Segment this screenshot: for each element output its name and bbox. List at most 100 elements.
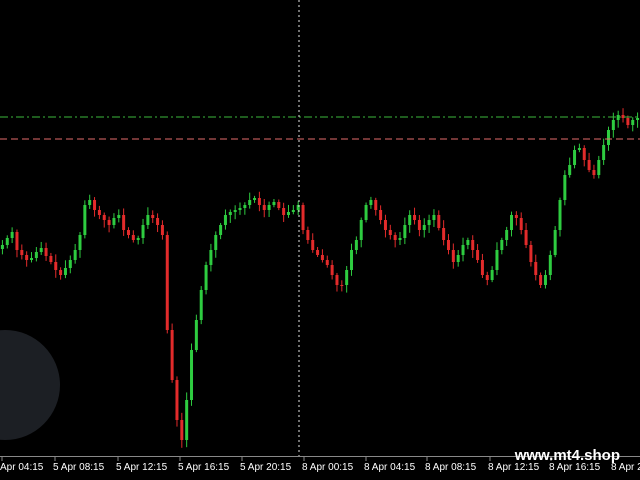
candle-body [350, 250, 354, 270]
candle-body [49, 256, 53, 262]
candle-body [383, 220, 387, 230]
candle-body [5, 238, 9, 245]
candle-body [83, 205, 87, 235]
candle-body [471, 240, 475, 250]
candle-body [238, 208, 242, 210]
candle-body [286, 212, 290, 215]
time-axis-label: 5 Apr 16:15 [178, 462, 230, 473]
time-axis-label: 5 Apr 08:15 [53, 462, 105, 473]
candle-body [223, 215, 227, 225]
candle-body [451, 250, 455, 262]
candle-body [228, 212, 232, 215]
candle-body [131, 235, 135, 240]
chart-background [0, 0, 640, 480]
candle-body [534, 262, 538, 275]
candle-body [199, 290, 203, 320]
candle-body [170, 330, 174, 380]
time-axis-label: Apr 04:15 [0, 462, 44, 473]
candle-body [30, 258, 34, 260]
candle-body [320, 255, 324, 260]
time-axis-label: 5 Apr 12:15 [116, 462, 168, 473]
candle-body [330, 265, 334, 275]
candle-body [0, 245, 4, 249]
candle-body [388, 230, 392, 235]
watermark-text: www.mt4.shop [514, 447, 620, 464]
candle-body [558, 200, 562, 230]
candle-body [63, 268, 67, 275]
candle-body [422, 225, 426, 230]
candle-body [233, 210, 237, 212]
candle-body [20, 250, 24, 255]
candle-body [146, 215, 150, 225]
candle-body [480, 260, 484, 275]
candle-body [369, 200, 373, 205]
candle-body [267, 205, 271, 210]
candle-body [248, 200, 252, 205]
candle-body [466, 240, 470, 245]
candle-body [272, 202, 276, 205]
time-axis-label: 8 Apr 04:15 [364, 462, 416, 473]
candle-body [59, 270, 63, 275]
candle-body [374, 200, 378, 210]
candle-body [398, 238, 402, 240]
candle-body [78, 235, 82, 250]
candle-body [156, 218, 160, 225]
candle-body [180, 420, 184, 440]
candle-body [354, 240, 358, 250]
candle-body [490, 270, 494, 280]
candle-body [126, 230, 130, 235]
candle-body [112, 218, 116, 225]
candle-body [54, 262, 58, 270]
candle-body [185, 400, 189, 440]
candle-body [44, 248, 48, 256]
candle-body [505, 230, 509, 240]
price-chart[interactable]: Apr 04:15 5 Apr 08:15 5 Apr 12:15 5 Apr 16:… [0, 0, 640, 480]
candle-body [553, 230, 557, 255]
candle-body [34, 252, 38, 258]
candle-body [136, 238, 140, 240]
candle-body [204, 265, 208, 290]
candle-body [476, 250, 480, 260]
candle-body [107, 220, 111, 225]
candle-body [495, 250, 499, 270]
candle-body [194, 320, 198, 350]
candle-body [442, 228, 446, 240]
candle-body [291, 210, 295, 212]
candle-body [316, 250, 320, 255]
candle-body [88, 200, 92, 205]
candle-body [364, 205, 368, 220]
time-axis-label: 5 Apr 20:15 [240, 462, 292, 473]
candle-body [432, 215, 436, 220]
candle-body [165, 235, 169, 330]
candle-body [427, 220, 431, 225]
candle-body [529, 245, 533, 262]
candle-body [141, 225, 145, 238]
candle-body [582, 148, 586, 160]
candle-body [413, 215, 417, 220]
candle-body [587, 160, 591, 170]
candle-body [325, 260, 329, 265]
time-axis-label: 8 Apr 00:15 [302, 462, 354, 473]
candle-body [456, 255, 460, 262]
candle-body [543, 275, 547, 285]
candle-body [461, 245, 465, 255]
candle-body [219, 225, 223, 235]
candle-body [446, 240, 450, 250]
candle-body [257, 198, 261, 205]
candle-body [93, 200, 97, 210]
candle-body [122, 215, 126, 230]
candle-body [311, 240, 315, 250]
candle-body [102, 215, 106, 220]
time-axis-label: 8 Apr 08:15 [425, 462, 477, 473]
candle-body [606, 130, 610, 145]
candle-body [10, 232, 14, 238]
candle-body [514, 215, 518, 218]
candle-body [160, 225, 164, 235]
candle-body [25, 255, 29, 260]
candle-body [306, 230, 310, 240]
candle-body [359, 220, 363, 240]
candle-body [500, 240, 504, 250]
candle-body [68, 260, 72, 268]
candle-body [209, 250, 213, 265]
candle-body [437, 215, 441, 228]
